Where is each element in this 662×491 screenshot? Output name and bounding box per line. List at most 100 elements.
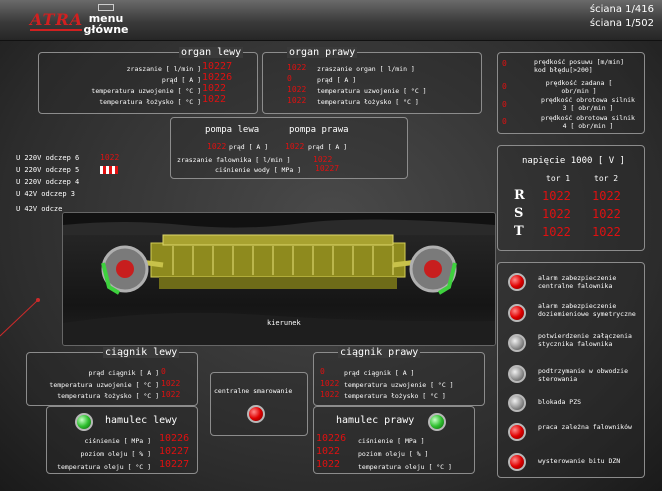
phase-t-tor1: 1022	[542, 225, 571, 239]
speed-label: prędkość posuwu [m/min]	[534, 58, 625, 66]
ciagnik-lewy-label: temperatura uzwojenie [ °C ]	[49, 381, 159, 389]
hamulec-prawy-panel: hamulec prawy 10226 ciśnienie [ MPa ] 10…	[313, 406, 475, 474]
ciagnik-lewy-panel: ciągnik lewy prąd ciągnik [ A ] 0 temper…	[26, 347, 198, 406]
phase-s-tor1: 1022	[542, 207, 571, 221]
speed-value: 0	[502, 100, 507, 109]
odczep-label: U 220V odczep 6	[16, 154, 80, 162]
phase-r-label: R	[514, 188, 525, 203]
organ-prawy-value: 0	[287, 74, 292, 83]
odczep-label: U 220V odczep 5	[16, 166, 80, 174]
ciagnik-prawy-label: temperatura łożysko [ °C ]	[344, 392, 446, 400]
speed-label: prędkość obrotowa silnik 3 [ obr/min ]	[541, 96, 635, 112]
centralne-smarowanie-indicator	[247, 405, 265, 423]
alarm-label: blokada PZS	[538, 398, 582, 406]
ciagnik-lewy-value: 1022	[161, 390, 181, 399]
alarm-indicator	[508, 273, 526, 291]
odczep-label: U 42V odcze	[16, 205, 63, 213]
speed-label: prędkość zadana [ obr/min ]	[545, 79, 613, 95]
pointer-line	[0, 298, 40, 337]
organ-prawy-title: organ prawy	[287, 47, 358, 58]
organ-lewy-value: 10227	[202, 61, 233, 72]
tor1-header: tor 1	[546, 174, 571, 183]
alarm-label: alarm zabezpieczenie doziemieniowe symet…	[538, 302, 636, 318]
alarm-indicator	[508, 423, 526, 441]
ciagnik-prawy-title: ciągnik prawy	[338, 347, 421, 358]
napiecie-panel: napięcie 1000 [ V ] tor 1 tor 2 R 1022 1…	[497, 145, 645, 251]
error-code-label: kod błędu[>200]	[534, 66, 593, 74]
alarm-label: praca zależna falowników	[538, 423, 632, 431]
organ-prawy-value: 1022	[287, 96, 307, 105]
phase-s-tor2: 1022	[592, 207, 621, 221]
zraszanie-falownika-label: zraszanie falownika [ l/min ]	[177, 156, 291, 164]
ciagnik-lewy-value: 0	[161, 367, 166, 376]
odczep-value: 1022	[100, 153, 120, 162]
hamulec-lewy-panel: hamulec lewy ciśnienie [ MPa ] 10226 poz…	[46, 406, 198, 474]
hamulec-prawy-label: temperatura oleju [ °C ]	[358, 463, 452, 471]
direction-label: kierunek	[267, 319, 301, 327]
ciagnik-prawy-label: prąd ciągnik [ A ]	[344, 369, 415, 377]
hamulec-lewy-value: 10227	[159, 459, 190, 470]
organ-prawy-label: temperatura łożysko [ °C ]	[317, 98, 419, 106]
organ-lewy-value: 1022	[202, 94, 227, 105]
speed-value: 0	[502, 117, 507, 126]
cisnienie-wody-label: ciśnienie wody [ MPa ]	[215, 166, 302, 174]
hamulec-lewy-value: 10227	[159, 446, 190, 457]
company-logo: ATRA	[30, 10, 84, 29]
organ-lewy-label: temperatura uzwojenie [ °C ]	[91, 87, 201, 95]
main-menu-button[interactable]: menu główne	[82, 4, 130, 35]
hamulec-prawy-indicator	[428, 413, 446, 431]
organ-prawy-value: 1022	[287, 63, 307, 72]
ciagnik-lewy-title: ciągnik lewy	[103, 347, 180, 358]
logo-underline	[30, 29, 82, 31]
hamulec-lewy-label: ciśnienie [ MPa ]	[84, 437, 151, 445]
phase-s-label: S	[514, 206, 524, 221]
alarm-label: potwierdzenie załączenia stycznika falow…	[538, 332, 632, 348]
speed-panel: 0 prędkość posuwu [m/min] kod błędu[>200…	[497, 52, 645, 134]
cisnienie-wody-value: 10227	[315, 164, 340, 173]
ciagnik-prawy-value: 1022	[320, 390, 340, 399]
pompa-prad-label: prąd [ A ]	[229, 143, 269, 151]
hamulec-prawy-label: poziom oleju [ % ]	[358, 450, 429, 458]
hamulec-prawy-title: hamulec prawy	[336, 415, 415, 426]
ciagnik-lewy-label: prąd ciągnik [ A ]	[88, 369, 159, 377]
alarm-indicator	[508, 334, 526, 352]
hamulec-prawy-value: 1022	[316, 446, 341, 457]
pompa-lewa-prad-value: 1022	[207, 142, 227, 151]
tor2-header: tor 2	[594, 174, 619, 183]
speed-value: 0	[502, 82, 507, 91]
organ-prawy-label: temperatura uzwojenie [ °C ]	[317, 87, 427, 95]
organ-lewy-label: temperatura łożysko [ °C ]	[99, 98, 201, 106]
alarm-label: wysterowanie bitu DZN	[538, 457, 621, 465]
alarm-indicator	[508, 453, 526, 471]
ciagnik-lewy-value: 1022	[161, 379, 181, 388]
wall-label-1: ściana 1/416	[589, 4, 654, 15]
organ-lewy-value: 10226	[202, 72, 233, 83]
organ-lewy-title: organ lewy	[179, 47, 244, 58]
alarm-indicator	[508, 394, 526, 412]
ciagnik-lewy-label: temperatura łożysko [ °C ]	[57, 392, 159, 400]
organ-lewy-panel: organ lewy zraszanie [ l/min ] 10227 prą…	[38, 47, 258, 114]
odczep-label: U 220V odczep 4	[16, 178, 80, 186]
odczep-label: U 42V odczep 3	[16, 190, 76, 198]
phase-r-tor1: 1022	[542, 189, 571, 203]
alarms-panel: alarm zabezpieczenie centralne falownika…	[497, 262, 645, 478]
odczep-indicator	[100, 166, 118, 174]
pompa-lewa-title: pompa lewa	[205, 125, 260, 135]
ciagnik-prawy-value: 1022	[320, 379, 340, 388]
hamulec-lewy-title: hamulec lewy	[105, 415, 178, 426]
hamulec-prawy-value: 10226	[316, 433, 347, 444]
organ-prawy-panel: organ prawy 1022 zraszanie organ [ l/min…	[262, 47, 482, 114]
centralne-smarowanie-panel: centralne smarowanie	[210, 372, 308, 436]
phase-t-tor2: 1022	[592, 225, 621, 239]
speed-value: 0	[502, 59, 507, 68]
wall-label-2: ściana 1/502	[589, 18, 654, 29]
organ-prawy-value: 1022	[287, 85, 307, 94]
alarm-label: alarm zabezpieczenie centralne falownika	[538, 274, 617, 290]
centralne-smarowanie-label: centralne smarowanie	[214, 387, 293, 395]
menu-icon	[98, 4, 114, 11]
ciagnik-prawy-label: temperatura uzwojenie [ °C ]	[344, 381, 454, 389]
organ-lewy-label: prąd [ A ]	[161, 76, 201, 84]
pompa-panel: pompa lewa pompa prawa 1022 prąd [ A ] 1…	[170, 117, 408, 179]
napiecie-title: napięcie 1000 [ V ]	[522, 156, 625, 166]
shearer-machine-view: kierunek	[62, 212, 496, 346]
